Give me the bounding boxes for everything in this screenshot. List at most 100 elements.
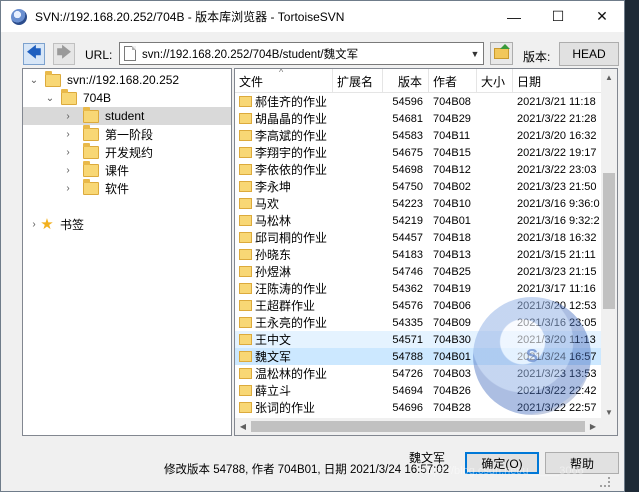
file-row[interactable]: 郝佳齐的作业 54596 704B08 2021/3/21 11:18 bbox=[235, 93, 601, 110]
file-name-cell: 王超群作业 bbox=[239, 297, 333, 314]
chevron-right-icon[interactable]: › bbox=[63, 111, 73, 122]
chevron-right-icon[interactable]: › bbox=[29, 219, 39, 230]
column-header-author[interactable]: 作者 bbox=[429, 69, 477, 93]
file-row[interactable]: 胡晶晶的作业 54681 704B29 2021/3/22 21:28 bbox=[235, 110, 601, 127]
file-date-cell: 2021/3/17 11:16 bbox=[517, 282, 596, 295]
column-header-date[interactable]: 日期 bbox=[513, 69, 603, 93]
file-name-cell: 郝佳齐的作业 bbox=[239, 93, 333, 110]
browse-revision-button[interactable] bbox=[490, 42, 513, 65]
tree-node-courseware[interactable]: › 课件 bbox=[23, 160, 231, 179]
file-row[interactable]: 王永亮的作业 54335 704B09 2021/3/16 23:05 bbox=[235, 314, 601, 331]
file-row[interactable]: 薛立斗 54694 704B26 2021/3/22 22:42 bbox=[235, 382, 601, 399]
minimize-icon[interactable]: — bbox=[492, 1, 536, 32]
tree-node-stage-one[interactable]: › 第一阶段 bbox=[23, 124, 231, 143]
file-author-cell: 704B09 bbox=[433, 316, 471, 329]
file-revision-cell: 54571 bbox=[392, 333, 423, 346]
file-row[interactable]: 马欢 54223 704B10 2021/3/16 9:36:0 bbox=[235, 195, 601, 212]
file-author-cell: 704B30 bbox=[433, 333, 471, 346]
file-name-cell: 魏文军 bbox=[239, 348, 333, 365]
file-revision-cell: 54788 bbox=[392, 350, 423, 363]
file-date-cell: 2021/3/22 22:57 bbox=[517, 401, 597, 414]
forward-arrow-icon[interactable]: 🡆 bbox=[53, 43, 75, 65]
url-input[interactable]: svn://192.168.20.252/704B/student/魏文军 bbox=[142, 46, 467, 62]
file-row[interactable]: 王超群作业 54576 704B06 2021/3/20 12:53 bbox=[235, 297, 601, 314]
maximize-icon[interactable]: ☐ bbox=[536, 1, 580, 32]
tree-node-root[interactable]: ⌄ svn://192.168.20.252 bbox=[23, 70, 231, 89]
file-author-cell: 704B08 bbox=[433, 95, 471, 108]
file-row[interactable]: 张词的作业 54696 704B28 2021/3/22 22:57 bbox=[235, 399, 601, 416]
folder-icon bbox=[239, 147, 252, 158]
file-row[interactable]: 李高斌的作业 54583 704B11 2021/3/20 16:32 bbox=[235, 127, 601, 144]
chevron-down-icon[interactable]: ⌄ bbox=[45, 93, 55, 104]
document-icon bbox=[124, 46, 136, 61]
head-revision-button[interactable]: HEAD bbox=[559, 42, 619, 66]
scroll-left-icon[interactable]: ◀ bbox=[235, 418, 251, 435]
folder-icon bbox=[239, 96, 252, 107]
file-row[interactable]: 王中文 54571 704B30 2021/3/20 11:13 bbox=[235, 331, 601, 348]
chevron-right-icon[interactable]: › bbox=[63, 183, 73, 194]
vertical-scrollbar[interactable]: ▲ ▼ bbox=[601, 69, 617, 420]
file-name-cell: 马松林 bbox=[239, 212, 333, 229]
chevron-down-icon[interactable]: ▼ bbox=[467, 49, 483, 59]
tree-node-bookmarks[interactable]: › ★ 书签 bbox=[23, 215, 231, 233]
chevron-right-icon[interactable]: › bbox=[63, 147, 73, 158]
vertical-scroll-thumb[interactable] bbox=[603, 173, 615, 309]
folder-icon bbox=[239, 351, 252, 362]
horizontal-scroll-thumb[interactable] bbox=[251, 421, 585, 432]
ok-button[interactable]: 确定(O) bbox=[465, 452, 539, 474]
column-header-revision[interactable]: 版本 bbox=[383, 69, 429, 93]
resize-grip[interactable] bbox=[600, 477, 610, 487]
file-row[interactable]: 孙晓东 54183 704B13 2021/3/15 21:11 bbox=[235, 246, 601, 263]
file-author-cell: 704B18 bbox=[433, 231, 471, 244]
file-list[interactable]: ^ 文件 扩展名 版本 作者 大小 日期 郝佳齐的作业 54596 704B08 20… bbox=[234, 68, 618, 436]
back-arrow-icon[interactable]: 🡄 bbox=[23, 43, 45, 65]
file-row[interactable]: 汪陈涛的作业 54362 704B19 2021/3/17 11:16 bbox=[235, 280, 601, 297]
star-icon: ★ bbox=[40, 216, 54, 233]
chevron-right-icon[interactable]: › bbox=[63, 165, 73, 176]
horizontal-scrollbar[interactable]: ◀ ▶ bbox=[235, 418, 617, 435]
file-author-cell: 704B25 bbox=[433, 265, 471, 278]
file-row[interactable]: 温松林的作业 54726 704B03 2021/3/23 13:53 bbox=[235, 365, 601, 382]
tree-node-student[interactable]: › student bbox=[23, 106, 231, 125]
file-author-cell: 704B12 bbox=[433, 163, 471, 176]
column-header-file[interactable]: ^ 文件 bbox=[235, 69, 333, 93]
column-header-extension[interactable]: 扩展名 bbox=[333, 69, 383, 93]
window-controls: — ☐ ✕ bbox=[492, 1, 624, 32]
file-revision-cell: 54219 bbox=[392, 214, 423, 227]
tree-node-repo[interactable]: ⌄ 704B bbox=[23, 88, 231, 107]
column-header-size[interactable]: 大小 bbox=[477, 69, 513, 93]
url-label: URL: bbox=[85, 48, 113, 62]
file-row[interactable]: 李依依的作业 54698 704B12 2021/3/22 23:03 bbox=[235, 161, 601, 178]
folder-icon bbox=[239, 215, 252, 226]
tree-node-dev-rules[interactable]: › 开发规约 bbox=[23, 142, 231, 161]
repository-tree[interactable]: ⌄ svn://192.168.20.252 ⌄ 704B › student … bbox=[22, 68, 232, 436]
scroll-right-icon[interactable]: ▶ bbox=[585, 418, 601, 435]
file-date-cell: 2021/3/20 11:13 bbox=[517, 333, 596, 346]
file-date-cell: 2021/3/22 22:42 bbox=[517, 384, 597, 397]
scroll-up-icon[interactable]: ▲ bbox=[601, 69, 617, 85]
folder-icon bbox=[239, 113, 252, 124]
file-revision-cell: 54694 bbox=[392, 384, 423, 397]
file-name-cell: 邱司桐的作业 bbox=[239, 229, 333, 246]
file-revision-cell: 54750 bbox=[392, 180, 423, 193]
file-name-cell: 李高斌的作业 bbox=[239, 127, 333, 144]
help-button[interactable]: 帮助 bbox=[545, 452, 619, 474]
folder-icon bbox=[239, 232, 252, 243]
file-row[interactable]: 孙煜淋 54746 704B25 2021/3/23 21:15 bbox=[235, 263, 601, 280]
close-icon[interactable]: ✕ bbox=[580, 1, 624, 32]
file-row[interactable]: 魏文军 54788 704B01 2021/3/24 16:57 bbox=[235, 348, 601, 365]
tree-node-software[interactable]: › 软件 bbox=[23, 178, 231, 197]
url-combobox[interactable]: svn://192.168.20.252/704B/student/魏文军 ▼ bbox=[119, 42, 484, 65]
file-revision-cell: 54726 bbox=[392, 367, 423, 380]
chevron-down-icon[interactable]: ⌄ bbox=[29, 75, 39, 86]
file-revision-cell: 54183 bbox=[392, 248, 423, 261]
chevron-right-icon[interactable]: › bbox=[63, 129, 73, 140]
file-row[interactable]: 李永坤 54750 704B02 2021/3/23 21:50 bbox=[235, 178, 601, 195]
file-row[interactable]: 邱司桐的作业 54457 704B18 2021/3/18 16:32 bbox=[235, 229, 601, 246]
title-bar[interactable]: SVN://192.168.20.252/704B - 版本库浏览器 - Tor… bbox=[1, 1, 624, 32]
file-row[interactable]: 马松林 54219 704B01 2021/3/16 9:32:2 bbox=[235, 212, 601, 229]
status-revision-info: 修改版本 54788, 作者 704B01, 日期 2021/3/24 16:5… bbox=[164, 464, 450, 476]
folder-icon bbox=[239, 385, 252, 396]
file-date-cell: 2021/3/21 11:18 bbox=[517, 95, 596, 108]
file-row[interactable]: 李翔宇的作业 54675 704B15 2021/3/22 19:17 bbox=[235, 144, 601, 161]
